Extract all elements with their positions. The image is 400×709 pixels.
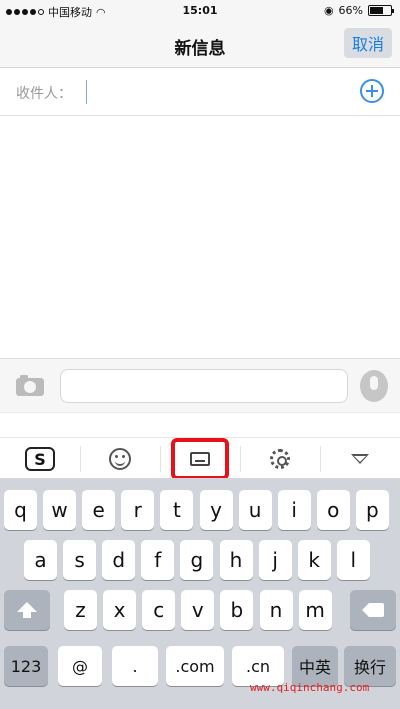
chevron-down-icon — [351, 454, 369, 464]
gear-icon — [270, 449, 290, 469]
sogou-button[interactable]: S — [10, 442, 70, 476]
status-bar: 中国移动 ◠ 15:01 ◉ 66% — [0, 0, 400, 22]
key-m[interactable]: m — [298, 590, 332, 630]
cancel-button[interactable]: 取消 — [344, 28, 392, 58]
sogou-logo-icon: S — [25, 447, 55, 471]
key-t[interactable]: t — [160, 490, 194, 530]
key-z[interactable]: z — [64, 590, 97, 630]
keyboard-toolbar-row: S — [0, 437, 400, 480]
battery-percent: 66% — [338, 4, 363, 17]
shift-icon — [17, 602, 37, 618]
microphone-icon[interactable] — [360, 370, 388, 402]
navigation-bar: 新信息 取消 — [0, 22, 400, 68]
keyboard-switch-button[interactable] — [170, 438, 230, 480]
status-right: ◉ 66% — [323, 4, 394, 17]
lock-rotation-icon: ◉ — [323, 4, 334, 17]
numbers-key[interactable]: 123 — [4, 646, 48, 686]
key-i[interactable]: i — [277, 490, 311, 530]
highlight-box — [171, 438, 229, 480]
key-a[interactable]: a — [24, 540, 57, 580]
recipient-row[interactable]: 收件人： — [0, 68, 400, 116]
key-b[interactable]: b — [220, 590, 254, 630]
settings-button[interactable] — [250, 442, 310, 476]
add-contact-icon[interactable] — [360, 79, 384, 103]
key-x[interactable]: x — [103, 590, 137, 630]
smiley-icon — [109, 448, 131, 470]
key-h[interactable]: h — [219, 540, 253, 580]
keyboard-icon — [190, 452, 210, 466]
key-g[interactable]: g — [180, 540, 214, 580]
dotcom-key[interactable]: .com — [166, 646, 224, 686]
at-key[interactable]: @ — [58, 646, 102, 686]
key-c[interactable]: c — [142, 590, 176, 630]
backspace-key[interactable] — [350, 590, 396, 630]
key-r[interactable]: r — [121, 490, 155, 530]
key-w[interactable]: w — [43, 490, 77, 530]
keyboard-toolbar: S — [0, 412, 400, 480]
key-e[interactable]: e — [82, 490, 116, 530]
key-q[interactable]: q — [4, 490, 37, 530]
key-y[interactable]: y — [199, 490, 233, 530]
key-n[interactable]: n — [259, 590, 293, 630]
key-o[interactable]: o — [316, 490, 350, 530]
compose-bar — [0, 358, 400, 412]
dot-key[interactable]: . — [112, 646, 158, 686]
key-u[interactable]: u — [238, 490, 272, 530]
page-title: 新信息 — [174, 39, 226, 59]
emoji-button[interactable] — [90, 442, 150, 476]
watermark: www.qiqinchang.com — [250, 681, 370, 694]
key-l[interactable]: l — [336, 540, 370, 580]
keyboard: qwertyuiop asdfghjkl zxcvbnm 123 @ . .co… — [0, 478, 400, 709]
key-s[interactable]: s — [63, 540, 97, 580]
return-key[interactable]: 换行 — [344, 646, 396, 686]
dotcn-key[interactable]: .cn — [232, 646, 284, 686]
shift-key[interactable] — [4, 590, 50, 630]
key-d[interactable]: d — [102, 540, 136, 580]
language-key[interactable]: 中英 — [292, 646, 338, 686]
text-cursor — [86, 80, 87, 104]
key-v[interactable]: v — [181, 590, 215, 630]
recipient-label: 收件人： — [16, 86, 72, 102]
key-j[interactable]: j — [258, 540, 292, 580]
camera-icon[interactable] — [16, 375, 44, 396]
key-f[interactable]: f — [141, 540, 175, 580]
message-input[interactable] — [60, 369, 348, 403]
key-p[interactable]: p — [355, 490, 389, 530]
hide-keyboard-button[interactable] — [330, 442, 390, 476]
battery-icon — [368, 5, 394, 16]
backspace-icon — [362, 603, 384, 617]
key-k[interactable]: k — [297, 540, 331, 580]
